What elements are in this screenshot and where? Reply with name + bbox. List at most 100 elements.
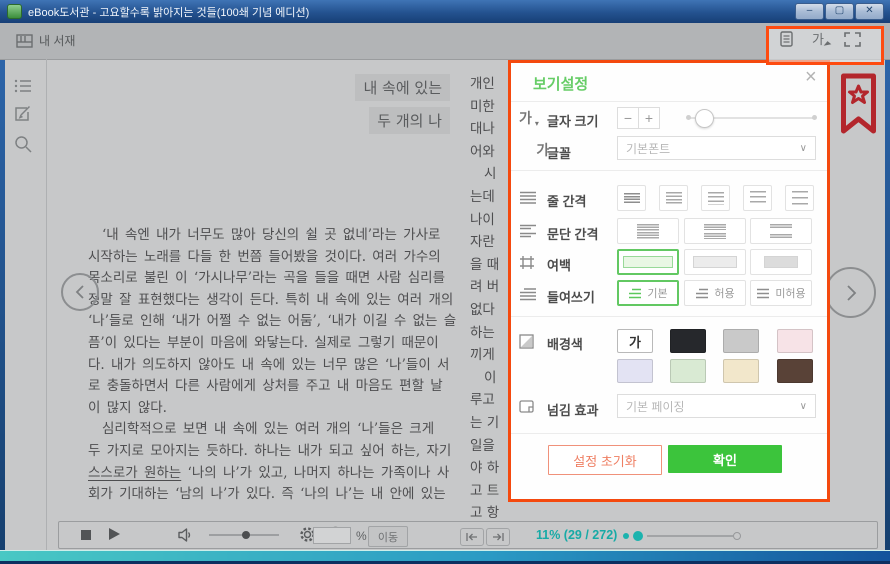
- slider-end-dot: [686, 115, 691, 120]
- bookshelf-icon: [16, 34, 33, 48]
- tts-stop-button[interactable]: [81, 530, 91, 540]
- bg-swatch-gray[interactable]: [723, 329, 759, 353]
- bg-swatch-lavender[interactable]: [617, 359, 653, 383]
- bookmark-ribbon-icon[interactable]: [840, 73, 877, 140]
- progress-marker-dot[interactable]: [623, 533, 629, 539]
- my-library-button[interactable]: 내 서재: [16, 32, 75, 49]
- column-fragment: 어와: [470, 141, 506, 164]
- bg-swatch-brown[interactable]: [777, 359, 813, 383]
- font-face-value: 기본폰트: [626, 140, 670, 157]
- margin-option-small[interactable]: [617, 249, 679, 275]
- percent-sign-label: %: [356, 529, 367, 543]
- bg-swatch-green[interactable]: [670, 359, 706, 383]
- font-settings-icon[interactable]: 가: [805, 28, 831, 50]
- column-fragment: 없다: [470, 299, 506, 322]
- indent-option-label: 미허용: [775, 285, 805, 301]
- line-spacing-option-3[interactable]: [701, 185, 730, 211]
- go-to-percent-button[interactable]: 이동: [368, 526, 408, 547]
- percent-jump-input[interactable]: [313, 527, 351, 544]
- indent-option-disallow[interactable]: 미허용: [750, 280, 812, 306]
- page-view-icon[interactable]: [773, 28, 799, 50]
- font-size-decrease-button[interactable]: −: [617, 107, 639, 129]
- column-fragment: 야 하: [470, 457, 506, 480]
- window-border-right: [885, 23, 890, 550]
- column-fragment: 대나: [470, 118, 506, 141]
- margin-option-large[interactable]: [750, 249, 812, 275]
- window-title: eBook도서관 - 고요할수록 밝아지는 것들(100쇄 기념 에디션): [28, 4, 309, 20]
- progress-end-circle: [733, 532, 741, 540]
- indent-option-allow[interactable]: 허용: [684, 280, 746, 306]
- line-spacing-label: 줄 간격: [547, 191, 587, 210]
- search-icon[interactable]: [14, 135, 32, 158]
- bg-swatch-cream[interactable]: [723, 359, 759, 383]
- book-text-line: 두 가지로 모아지는 듯하다. 하나는 내가 되고 싶어 하는, 자기: [88, 441, 468, 463]
- book-second-column: 개인 미한 대나 어와 시 는데 나이 자란 을 때 려 버 없다 하는 끼게 …: [470, 73, 506, 525]
- book-text-line: ‘내 속엔 내가 너무도 많아 당신의 쉴 곳 없네’라는 가사로: [88, 225, 468, 247]
- chevron-down-icon: ∨: [800, 143, 807, 154]
- progress-slider-knob[interactable]: [633, 531, 643, 541]
- bg-swatch-black[interactable]: [670, 329, 706, 353]
- font-face-dropdown[interactable]: 기본폰트 ∨: [617, 136, 816, 160]
- paragraph-spacing-option-3[interactable]: [750, 218, 812, 244]
- chapter-heading: 내 속에 있는 두 개의 나: [250, 74, 450, 140]
- background-color-icon: [519, 334, 534, 354]
- paragraph-spacing-option-2[interactable]: [684, 218, 746, 244]
- panel-title: 보기설정: [533, 73, 588, 94]
- jump-to-start-button[interactable]: [460, 528, 484, 546]
- book-text-line: 스스로가 원하는 ‘나의 나’가 있고, 나머지 하나는 가족이나 사: [88, 463, 468, 485]
- line-spacing-option-4[interactable]: [743, 185, 772, 211]
- font-size-slider-knob[interactable]: [695, 109, 714, 128]
- titlebar[interactable]: eBook도서관 - 고요할수록 밝아지는 것들(100쇄 기념 에디션) – …: [0, 0, 890, 23]
- divider: [511, 101, 827, 102]
- fullscreen-icon[interactable]: [839, 28, 865, 50]
- book-text-line: 정말 잘 표현했다는 생각이 든다. 특히 내 속에 있는 여러 개의: [88, 290, 468, 312]
- divider: [511, 433, 827, 434]
- bg-swatch-pink[interactable]: [777, 329, 813, 353]
- column-fragment: 개인: [470, 73, 506, 96]
- bg-swatch-ga-label: 가: [629, 332, 641, 351]
- font-size-increase-button[interactable]: +: [638, 107, 660, 129]
- book-text-line: 이 많지 않다.: [88, 398, 468, 420]
- book-text-line: 로 충돌하면서 다른 사람에게 상처를 주고 내 마음도 편할 날: [88, 376, 468, 398]
- column-fragment: 이: [470, 367, 506, 390]
- page-flip-effect-dropdown[interactable]: 기본 페이징 ∨: [617, 394, 816, 418]
- close-button[interactable]: ✕: [855, 3, 884, 20]
- margin-option-medium[interactable]: [684, 249, 746, 275]
- chevron-down-icon: ∨: [800, 401, 807, 412]
- note-edit-icon[interactable]: [14, 104, 32, 127]
- prev-page-button[interactable]: [61, 273, 99, 311]
- my-library-label: 내 서재: [39, 32, 75, 49]
- chapter-heading-line: 내 속에 있는: [355, 74, 450, 101]
- volume-icon[interactable]: [177, 527, 193, 548]
- book-text-line: 목소리로 불린 이 ‘가시나무’라는 곡을 들을 때면 사람 심리를: [88, 268, 468, 290]
- indent-default-icon: [628, 288, 642, 299]
- chapter-heading-line: 두 개의 나: [369, 107, 450, 134]
- progress-slider-track[interactable]: [647, 535, 733, 537]
- volume-slider-knob[interactable]: [242, 531, 250, 539]
- minimize-button[interactable]: –: [795, 3, 824, 20]
- line-spacing-option-5[interactable]: [785, 185, 814, 211]
- next-page-button[interactable]: [825, 267, 876, 318]
- divider: [511, 170, 827, 171]
- bg-swatch-white[interactable]: 가: [617, 329, 653, 353]
- line-spacing-option-1[interactable]: [617, 185, 646, 211]
- jump-to-end-button[interactable]: [486, 528, 510, 546]
- panel-close-icon[interactable]: ×: [805, 67, 817, 87]
- book-text-line: 픔’이 있다는 부분이 마음에 와닿는다. 실제로 그렇기 때문이: [88, 333, 468, 355]
- confirm-button[interactable]: 확인: [668, 445, 782, 473]
- indent-allow-icon: [695, 288, 709, 299]
- line-spacing-icon: [519, 191, 537, 210]
- maximize-button[interactable]: ▢: [825, 3, 854, 20]
- slider-end-dot: [812, 115, 817, 120]
- column-fragment: 하는: [470, 322, 506, 345]
- column-fragment: 시: [470, 163, 506, 186]
- indent-option-default[interactable]: 기본: [617, 280, 679, 306]
- paragraph-spacing-option-1[interactable]: [617, 218, 679, 244]
- font-size-label: 글자 크기: [547, 111, 598, 130]
- table-of-contents-icon[interactable]: [14, 78, 32, 99]
- line-spacing-option-2[interactable]: [659, 185, 688, 211]
- tts-play-button[interactable]: [109, 528, 120, 540]
- reset-settings-button[interactable]: 설정 초기화: [548, 445, 662, 475]
- book-text-segment: ‘나의 나’가 있고, 나머지 하나는 가족이나 사: [181, 465, 449, 481]
- app-header: 내 서재: [0, 23, 890, 60]
